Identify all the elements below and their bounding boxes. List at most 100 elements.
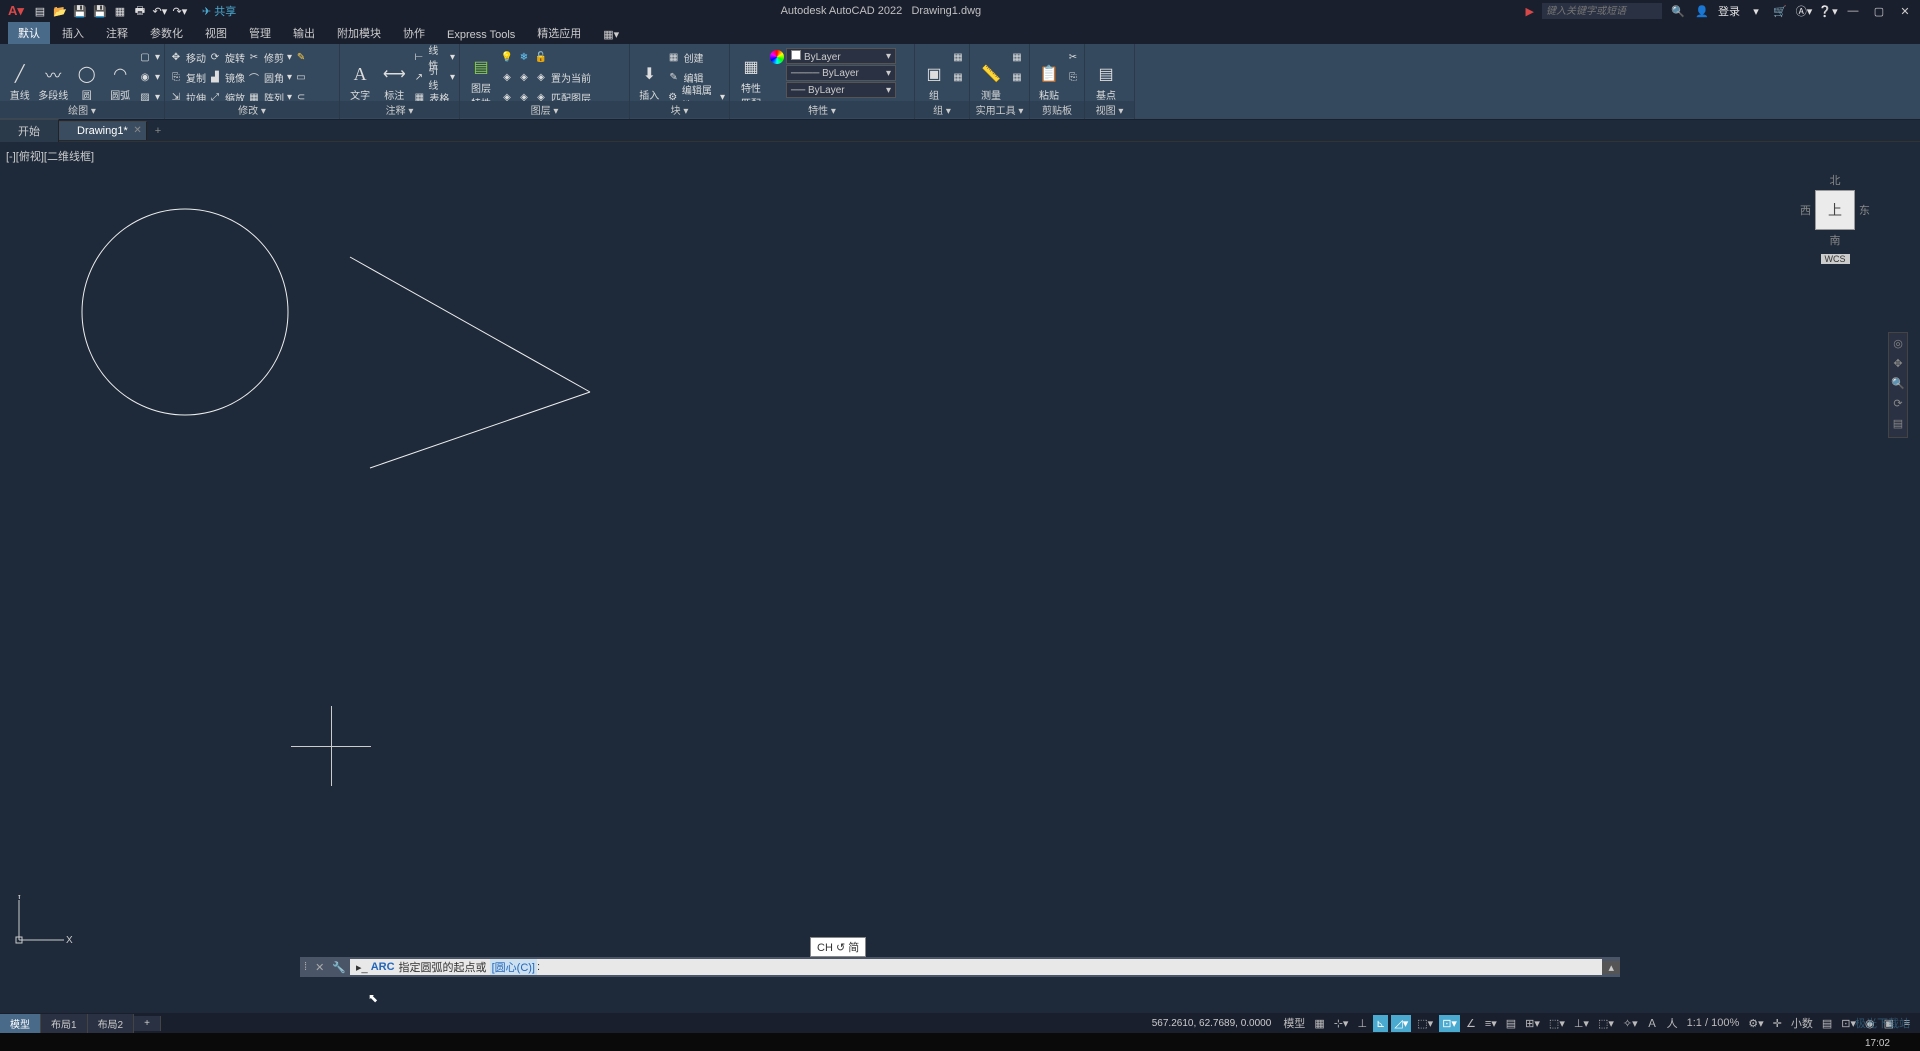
tab-view[interactable]: 视图 xyxy=(195,22,237,44)
panel-group-title[interactable]: 组 ▾ xyxy=(915,101,969,118)
tab-annotate[interactable]: 注释 xyxy=(96,22,138,44)
polar-toggle[interactable]: ◿▾ xyxy=(1391,1015,1411,1032)
cart-icon[interactable]: 🛒 xyxy=(1772,3,1788,19)
annoviz-icon[interactable]: 人 xyxy=(1664,1013,1681,1033)
wcs-label[interactable]: WCS xyxy=(1821,254,1850,264)
tab-addins[interactable]: 附加模块 xyxy=(327,22,391,44)
gizmo-toggle[interactable]: ✧▾ xyxy=(1620,1015,1641,1032)
model-toggle[interactable]: 模型 xyxy=(1280,1013,1308,1033)
fillet-button[interactable]: ⌒圆角▾ xyxy=(247,68,292,86)
dropdown-icon[interactable]: ▾ xyxy=(1748,3,1764,19)
panel-annot-title[interactable]: 注释 ▾ xyxy=(340,101,459,118)
util-ext2[interactable]: ▦ xyxy=(1010,68,1024,86)
nav-pan-icon[interactable]: ✥ xyxy=(1891,357,1905,373)
user-icon[interactable]: 👤 xyxy=(1694,3,1710,19)
linetype-select[interactable]: ──── ByLayer▾ xyxy=(786,65,896,81)
osnap-toggle[interactable]: ⊡▾ xyxy=(1439,1015,1460,1032)
snap-toggle[interactable]: ⊹▾ xyxy=(1331,1015,1352,1032)
cycle-toggle[interactable]: ⊞▾ xyxy=(1522,1015,1543,1032)
command-input[interactable]: ▸_ ARC 指定圆弧的起点或 [圆心(C)] : xyxy=(350,959,1602,975)
redo-icon[interactable]: ↷▾ xyxy=(172,3,188,19)
scale-display[interactable]: 1:1 / 100% xyxy=(1684,1015,1743,1031)
nav-show-icon[interactable]: ▤ xyxy=(1891,417,1905,433)
tab-extra-icon[interactable]: ▦▾ xyxy=(593,25,629,44)
plot-icon[interactable]: 🖶 xyxy=(132,3,148,19)
transparency-toggle[interactable]: ▤ xyxy=(1503,1015,1519,1032)
share-button[interactable]: ✈ 共享 xyxy=(202,3,236,19)
clip-ext1[interactable]: ✂ xyxy=(1066,48,1080,66)
mirror-button[interactable]: ▟镜像 xyxy=(208,68,245,86)
draw-ext1[interactable]: ▢▾ xyxy=(138,48,160,66)
close-button[interactable]: ✕ xyxy=(1896,4,1914,18)
tab-start[interactable]: 开始 xyxy=(0,119,59,142)
move-button[interactable]: ✥移动 xyxy=(169,48,206,66)
tab-manage[interactable]: 管理 xyxy=(239,22,281,44)
viewcube-south[interactable]: 南 xyxy=(1800,232,1870,248)
nav-orbit-icon[interactable]: ⟳ xyxy=(1891,397,1905,413)
iso-toggle[interactable]: ⬚▾ xyxy=(1414,1015,1436,1032)
create-block[interactable]: ▦创建 xyxy=(667,48,725,66)
panel-layers-title[interactable]: 图层 ▾ xyxy=(460,101,629,118)
app-logo[interactable]: A▾ xyxy=(4,3,28,19)
qp-icon[interactable]: ▤ xyxy=(1819,1015,1835,1032)
lineweight-select[interactable]: ── ByLayer▾ xyxy=(786,82,896,98)
group-ext2[interactable]: ▦ xyxy=(951,68,965,86)
draw-ext2[interactable]: ◉▾ xyxy=(138,68,160,86)
cmd-history-icon[interactable]: ▴ xyxy=(1602,961,1620,974)
autodesk-icon[interactable]: Ⓐ▾ xyxy=(1796,3,1812,19)
ortho-toggle[interactable]: ⊾ xyxy=(1373,1015,1388,1032)
tab-parametric[interactable]: 参数化 xyxy=(140,22,193,44)
tab-drawing1[interactable]: Drawing1*✕ xyxy=(59,121,147,140)
layer-row1[interactable]: 💡❄🔓 xyxy=(500,48,591,66)
group-ext1[interactable]: ▦ xyxy=(951,48,965,66)
copy-button[interactable]: ⎘复制 xyxy=(169,68,206,86)
filter-toggle[interactable]: ⬚▾ xyxy=(1595,1015,1617,1032)
layout-add[interactable]: + xyxy=(134,1016,161,1031)
coords-display[interactable]: 567.2610, 62.7689, 0.0000 xyxy=(1146,1018,1278,1029)
layout-model[interactable]: 模型 xyxy=(0,1014,41,1033)
viewcube-top[interactable]: 上 xyxy=(1815,190,1855,230)
dyn-ucs[interactable]: ⊥▾ xyxy=(1571,1015,1592,1032)
panel-modify-title[interactable]: 修改 ▾ xyxy=(165,101,339,118)
layout-1[interactable]: 布局1 xyxy=(41,1014,88,1033)
help-icon[interactable]: ❔▾ xyxy=(1820,3,1836,19)
leader-button[interactable]: ↗引线▾ xyxy=(412,68,455,86)
add-tab-button[interactable]: + xyxy=(147,122,169,140)
open-icon[interactable]: 📂 xyxy=(52,3,68,19)
layout-2[interactable]: 布局2 xyxy=(88,1014,135,1033)
saveas-icon[interactable]: 💾 xyxy=(92,3,108,19)
clip-ext2[interactable]: ⎘ xyxy=(1066,68,1080,86)
modify-ext1[interactable]: ✎ xyxy=(294,48,308,66)
trim-button[interactable]: ✂修剪▾ xyxy=(247,48,292,66)
layer-row2[interactable]: ◈◈◈置为当前 xyxy=(500,68,591,86)
web-icon[interactable]: ▦ xyxy=(112,3,128,19)
viewcube-east[interactable]: 东 xyxy=(1859,202,1870,218)
panel-draw-title[interactable]: 绘图 ▾ xyxy=(0,101,164,118)
viewcube-north[interactable]: 北 xyxy=(1800,172,1870,188)
lwt-toggle[interactable]: ≡▾ xyxy=(1482,1015,1500,1032)
save-icon[interactable]: 💾 xyxy=(72,3,88,19)
tab-collab[interactable]: 协作 xyxy=(393,22,435,44)
viewcube[interactable]: 北 西 上 东 南 WCS xyxy=(1800,172,1870,265)
3dosnap-toggle[interactable]: ⬚▾ xyxy=(1546,1015,1568,1032)
panel-block-title[interactable]: 块 ▾ xyxy=(630,101,729,118)
infer-toggle[interactable]: ⊥ xyxy=(1354,1015,1370,1032)
panel-clip-title[interactable]: 剪贴板 xyxy=(1030,101,1084,118)
rotate-button[interactable]: ⟳旋转 xyxy=(208,48,245,66)
command-line[interactable]: ⁞ ✕ 🔧 ▸_ ARC 指定圆弧的起点或 [圆心(C)] : ▴ xyxy=(300,957,1620,977)
undo-icon[interactable]: ↶▾ xyxy=(152,3,168,19)
panel-props-title[interactable]: 特性 ▾ xyxy=(730,101,914,118)
cmd-wrench-icon[interactable]: 🔧 xyxy=(328,961,350,974)
tab-output[interactable]: 输出 xyxy=(283,22,325,44)
maximize-button[interactable]: ▢ xyxy=(1870,4,1888,18)
cmd-close-icon[interactable]: ✕ xyxy=(311,961,328,974)
tab-express[interactable]: Express Tools xyxy=(437,26,525,44)
navigation-bar[interactable]: ◎ ✥ 🔍 ⟳ ▤ xyxy=(1888,332,1908,438)
layer-color-select[interactable]: ByLayer▾ xyxy=(786,48,896,64)
panel-view-title[interactable]: 视图 ▾ xyxy=(1085,101,1134,118)
drawing-canvas[interactable]: [-][俯视][二维线框] X Y 北 西 上 东 南 WCS ◎ ✥ 🔍 ⟳ … xyxy=(0,142,1920,1015)
tab-default[interactable]: 默认 xyxy=(8,22,50,44)
color-picker[interactable] xyxy=(770,48,784,66)
tab-featured[interactable]: 精选应用 xyxy=(527,22,591,44)
annoscale-icon[interactable]: Ａ xyxy=(1644,1013,1661,1033)
